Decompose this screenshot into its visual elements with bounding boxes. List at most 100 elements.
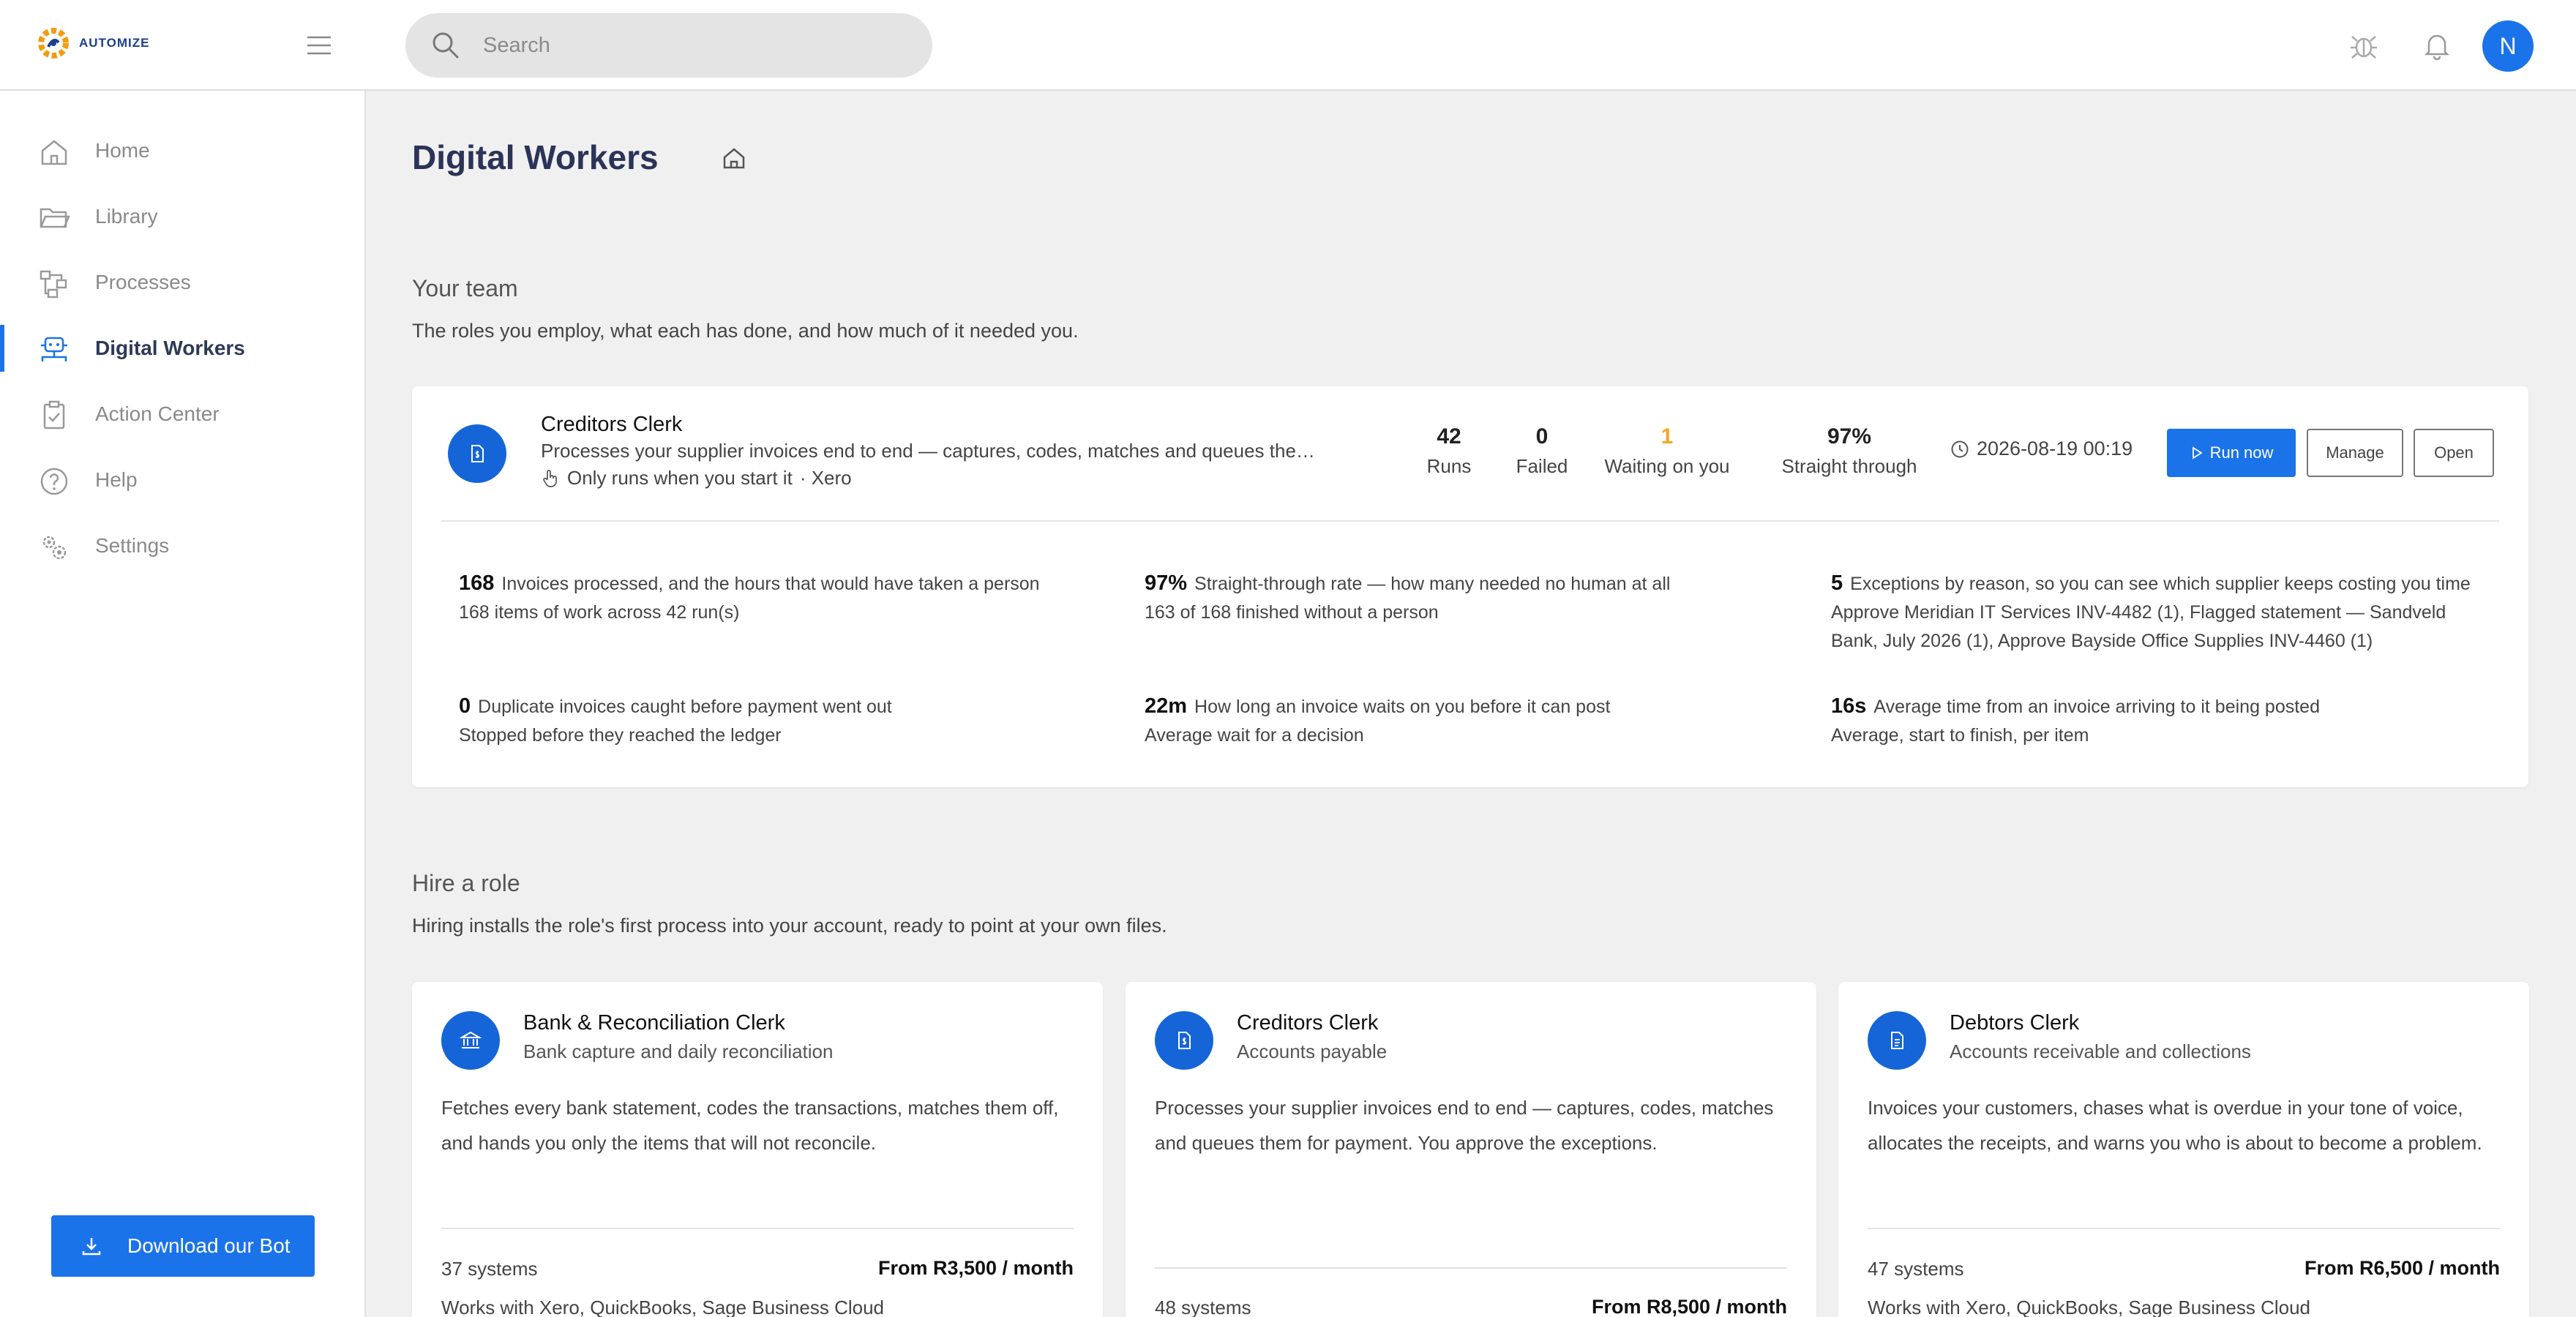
search-icon bbox=[433, 32, 460, 59]
role-card-creditors-clerk[interactable]: Creditors Clerk Accounts payable Process… bbox=[1126, 982, 1816, 1317]
role-works-with: Works with Xero, QuickBooks, Sage Busine… bbox=[1868, 1297, 2311, 1317]
role-badge bbox=[1868, 1011, 1926, 1070]
home-icon bbox=[41, 140, 67, 165]
sidebar-item-home[interactable]: Home bbox=[0, 121, 364, 180]
invoice-icon bbox=[471, 445, 484, 462]
sidebar-item-help[interactable]: Help bbox=[0, 451, 364, 509]
search-bar[interactable] bbox=[405, 13, 932, 78]
clipboard-check-icon bbox=[43, 400, 65, 429]
last-run: 2026-08-19 00:19 bbox=[1950, 438, 2133, 460]
role-price: From R6,500 / month bbox=[2304, 1257, 2500, 1279]
worker-description: Processes your supplier invoices end to … bbox=[541, 440, 1315, 462]
metric-sub: Approve Meridian IT Services INV-4482 (1… bbox=[1831, 602, 2446, 651]
metric-sub: Stopped before they reached the ledger bbox=[459, 725, 782, 746]
sidebar-item-action-center[interactable]: Action Center bbox=[0, 385, 364, 443]
metric-title: Exceptions by reason, so you can see whi… bbox=[1850, 574, 2471, 594]
stat-label: Straight through bbox=[1781, 455, 1917, 477]
bug-report-icon[interactable] bbox=[2348, 29, 2380, 61]
worker-card: Creditors Clerk Processes your supplier … bbox=[412, 386, 2528, 787]
metric-processing-time: 16s Average time from an invoice arriving… bbox=[1831, 692, 2497, 750]
metric-sub: 168 items of work across 42 run(s) bbox=[459, 602, 740, 623]
user-avatar[interactable]: N bbox=[2482, 20, 2534, 72]
stat-label: Runs bbox=[1426, 455, 1472, 477]
logo[interactable]: AUTOMIZE bbox=[35, 25, 149, 61]
run-now-label: Run now bbox=[2209, 443, 2274, 462]
metric-wait-time: 22m How long an invoice waits on you befo… bbox=[1145, 692, 1789, 750]
worker-badge bbox=[448, 424, 506, 483]
metric-exceptions: 5 Exceptions by reason, so you can see wh… bbox=[1831, 569, 2497, 656]
role-systems: 47 systems bbox=[1868, 1258, 1964, 1280]
sidebar-item-library[interactable]: Library bbox=[0, 187, 364, 246]
notifications-bell-icon[interactable] bbox=[2421, 29, 2453, 61]
metric-value: 0 bbox=[459, 694, 471, 718]
sidebar-item-settings[interactable]: Settings bbox=[0, 517, 364, 575]
role-badge bbox=[441, 1011, 500, 1070]
stat-value: 0 bbox=[1535, 424, 1549, 449]
clock-icon bbox=[1951, 440, 1969, 457]
hand-pointer-icon bbox=[543, 469, 557, 487]
sidebar-item-label: Processes bbox=[95, 271, 191, 293]
sidebar-item-processes[interactable]: Processes bbox=[0, 253, 364, 312]
role-description: Invoices your customers, chases what is … bbox=[1868, 1097, 2482, 1154]
metric-title: Invoices processed, and the hours that w… bbox=[501, 574, 1040, 594]
page-title: Digital Workers bbox=[412, 138, 659, 176]
role-works-with: Works with Xero, QuickBooks, Sage Busine… bbox=[441, 1297, 885, 1317]
sidebar-item-label: Settings bbox=[95, 534, 170, 557]
bank-icon bbox=[460, 1031, 482, 1048]
invoice-icon bbox=[1178, 1032, 1191, 1049]
download-bot-label: Download our Bot bbox=[127, 1234, 291, 1257]
role-subtitle: Accounts receivable and collections bbox=[1950, 1040, 2251, 1062]
run-now-button[interactable]: Run now bbox=[2167, 429, 2296, 477]
metric-title: Average time from an invoice arriving to… bbox=[1873, 697, 2320, 717]
your-team-subtitle: The roles you employ, what each has done… bbox=[412, 320, 1079, 342]
role-name: Creditors Clerk bbox=[1237, 1011, 1379, 1035]
trigger-text: Only runs when you start it bbox=[567, 467, 793, 489]
divider bbox=[1868, 1228, 2500, 1229]
stat-value: 42 bbox=[1437, 424, 1461, 449]
role-description: Processes your supplier invoices end to … bbox=[1155, 1097, 1774, 1154]
divider bbox=[441, 1228, 1074, 1229]
sidebar-item-label: Library bbox=[95, 205, 158, 228]
role-subtitle: Accounts payable bbox=[1237, 1040, 1388, 1062]
metric-value: 168 bbox=[459, 571, 495, 595]
metric-value: 97% bbox=[1145, 571, 1188, 595]
open-button[interactable]: Open bbox=[2414, 429, 2494, 477]
download-bot-button[interactable]: Download our Bot bbox=[51, 1215, 315, 1277]
metric-straight-through-rate: 97% Straight-through rate — how many need… bbox=[1145, 569, 1789, 627]
home-icon[interactable] bbox=[722, 146, 746, 170]
metric-invoices-processed: 168 Invoices processed, and the hours tha… bbox=[459, 569, 1088, 627]
stat-runs: 42 Runs bbox=[1412, 424, 1486, 478]
hamburger-menu-icon[interactable] bbox=[304, 31, 334, 60]
document-icon bbox=[1891, 1032, 1903, 1049]
folder-icon bbox=[40, 208, 70, 228]
manage-button[interactable]: Manage bbox=[2307, 429, 2403, 477]
metric-title: Duplicate invoices caught before payment… bbox=[478, 697, 892, 717]
divider bbox=[1155, 1267, 1787, 1269]
stat-straight-through: 97% Straight through bbox=[1767, 424, 1931, 478]
sidebar-item-digital-workers[interactable]: Digital Workers bbox=[0, 319, 364, 378]
processes-icon bbox=[40, 270, 67, 299]
sidebar-item-label: Home bbox=[95, 139, 150, 162]
download-icon bbox=[82, 1238, 101, 1256]
sidebar-item-label: Help bbox=[95, 468, 138, 491]
metric-duplicates: 0 Duplicate invoices caught before paymen… bbox=[459, 692, 1088, 750]
metric-value: 22m bbox=[1145, 694, 1188, 718]
your-team-heading: Your team bbox=[412, 275, 518, 301]
metric-sub: 163 of 168 finished without a person bbox=[1145, 602, 1439, 623]
play-icon bbox=[2192, 446, 2203, 459]
stat-label: Failed bbox=[1516, 455, 1568, 477]
search-input[interactable] bbox=[483, 33, 893, 58]
role-card-bank-reconciliation[interactable]: Bank & Reconciliation Clerk Bank capture… bbox=[412, 982, 1103, 1317]
role-subtitle: Bank capture and daily reconciliation bbox=[523, 1040, 834, 1062]
role-price: From R8,500 / month bbox=[1591, 1296, 1787, 1317]
metric-title: Straight-through rate — how many needed … bbox=[1194, 574, 1671, 594]
role-card-debtors-clerk[interactable]: Debtors Clerk Accounts receivable and co… bbox=[1838, 982, 2529, 1317]
stat-value: 1 bbox=[1660, 424, 1674, 449]
metric-value: 5 bbox=[1831, 571, 1843, 595]
system-text: · Xero bbox=[799, 467, 852, 489]
robot-icon bbox=[41, 337, 67, 361]
sidebar-item-label: Action Center bbox=[95, 402, 220, 425]
last-run-time: 2026-08-19 00:19 bbox=[1977, 438, 2133, 459]
worker-name[interactable]: Creditors Clerk bbox=[541, 413, 682, 437]
role-price: From R3,500 / month bbox=[877, 1257, 1074, 1279]
